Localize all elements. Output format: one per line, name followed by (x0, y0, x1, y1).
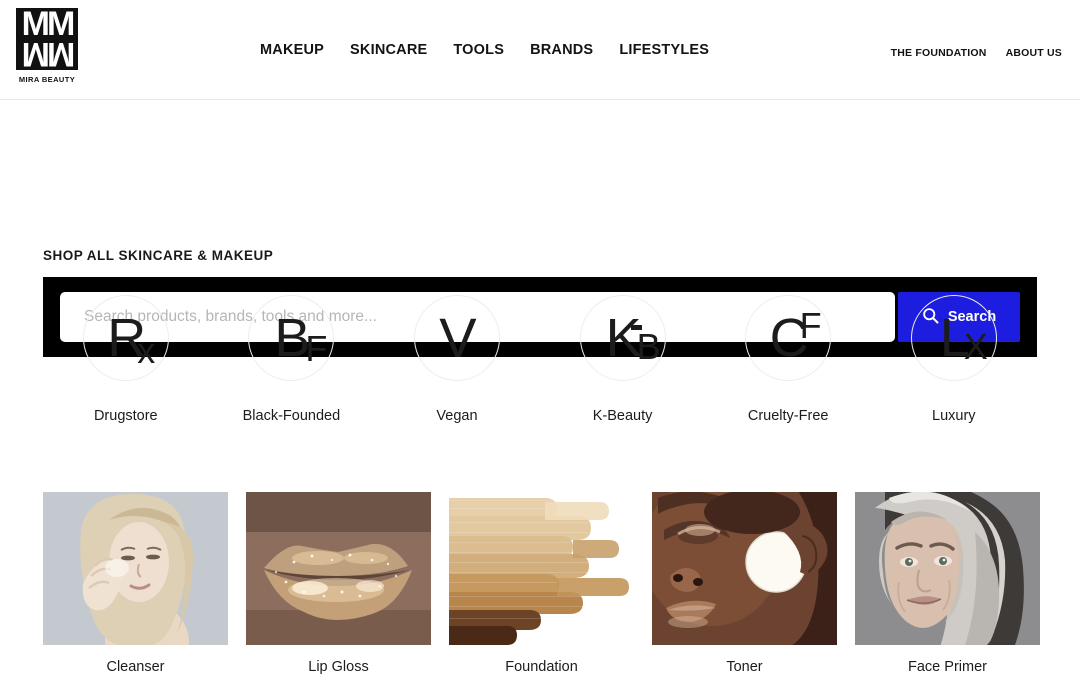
category-label: Cruelty-Free (747, 408, 829, 424)
category-glyph-sub: F (799, 305, 822, 346)
primary-navigation: MAKEUP SKINCARE TOOLS BRANDS LIFESTYLES (260, 42, 709, 58)
logo-mark-icon: MM MM (16, 8, 78, 70)
category-glyph-sub: F (305, 328, 328, 369)
bf-monogram-icon: B F (248, 295, 335, 381)
category-cruelty-free[interactable]: C F Cruelty-Free (705, 295, 871, 424)
category-label: Drugstore (93, 408, 158, 424)
glossy-lips-closeup-photo (246, 492, 431, 645)
category-glyph-sub: x (137, 330, 156, 371)
v-monogram-icon: V (413, 295, 500, 381)
mature-woman-portrait-photo (855, 492, 1040, 645)
nav-item-the-foundation[interactable]: THE FOUNDATION (891, 47, 987, 59)
woman-applying-cleanser-photo (43, 492, 228, 645)
product-card-foundation[interactable]: Foundation (449, 492, 634, 675)
category-drugstore[interactable]: R x Drugstore (43, 295, 209, 424)
woman-with-cotton-pad-photo (652, 492, 837, 645)
product-card-label: Toner (726, 659, 763, 675)
category-label: Black-Founded (242, 408, 341, 424)
product-card-toner[interactable]: Toner (652, 492, 837, 675)
logo-mark-bottom: MM (21, 35, 73, 70)
category-black-founded[interactable]: B F Black-Founded (209, 295, 375, 424)
category-glyph-sub: X (963, 326, 988, 367)
logo-wordmark: MIRA BEAUTY (18, 75, 76, 84)
category-glyph-sub: B (636, 326, 661, 367)
nav-item-tools[interactable]: TOOLS (453, 42, 504, 58)
site-logo[interactable]: MM MM MIRA BEAUTY (16, 8, 78, 84)
category-filter-row: R x Drugstore B F Black-Founded V Vegan … (43, 295, 1037, 424)
category-luxury[interactable]: L X Luxury (871, 295, 1037, 424)
category-glyph-main: B (274, 308, 310, 368)
category-glyph-main: K (605, 308, 642, 368)
lx-monogram-icon: L X (910, 295, 997, 381)
product-card-label: Foundation (505, 659, 578, 675)
nav-item-skincare[interactable]: SKINCARE (350, 42, 427, 58)
product-card-lip-gloss[interactable]: Lip Gloss (246, 492, 431, 675)
category-label: K-Beauty (592, 408, 653, 424)
product-card-label: Face Primer (908, 659, 987, 675)
product-category-row: Cleanser Lip Gloss Foundation Toner Face… (43, 492, 1040, 675)
product-card-cleanser[interactable]: Cleanser (43, 492, 228, 675)
product-card-label: Cleanser (106, 659, 165, 675)
category-vegan[interactable]: V Vegan (374, 295, 540, 424)
category-label: Vegan (436, 408, 478, 424)
nav-item-brands[interactable]: BRANDS (530, 42, 593, 58)
category-k-beauty[interactable]: K B K-Beauty (540, 295, 706, 424)
page-title: SHOP ALL SKINCARE & MAKEUP (43, 248, 274, 263)
utility-navigation: THE FOUNDATION ABOUT US (891, 47, 1062, 59)
product-card-label: Lip Gloss (308, 659, 369, 675)
site-header: MM MM MIRA BEAUTY MAKEUP SKINCARE TOOLS … (0, 0, 1080, 100)
category-glyph-main: V (439, 306, 476, 369)
cf-monogram-icon: C F (745, 295, 832, 381)
nav-item-about-us[interactable]: ABOUT US (1006, 47, 1062, 59)
nav-item-lifestyles[interactable]: LIFESTYLES (619, 42, 709, 58)
category-label: Luxury (932, 408, 976, 424)
foundation-shade-swatches-photo (449, 492, 634, 645)
nav-item-makeup[interactable]: MAKEUP (260, 42, 324, 58)
product-card-face-primer[interactable]: Face Primer (855, 492, 1040, 675)
kb-monogram-icon: K B (579, 295, 666, 381)
rx-monogram-icon: R x (82, 295, 169, 381)
